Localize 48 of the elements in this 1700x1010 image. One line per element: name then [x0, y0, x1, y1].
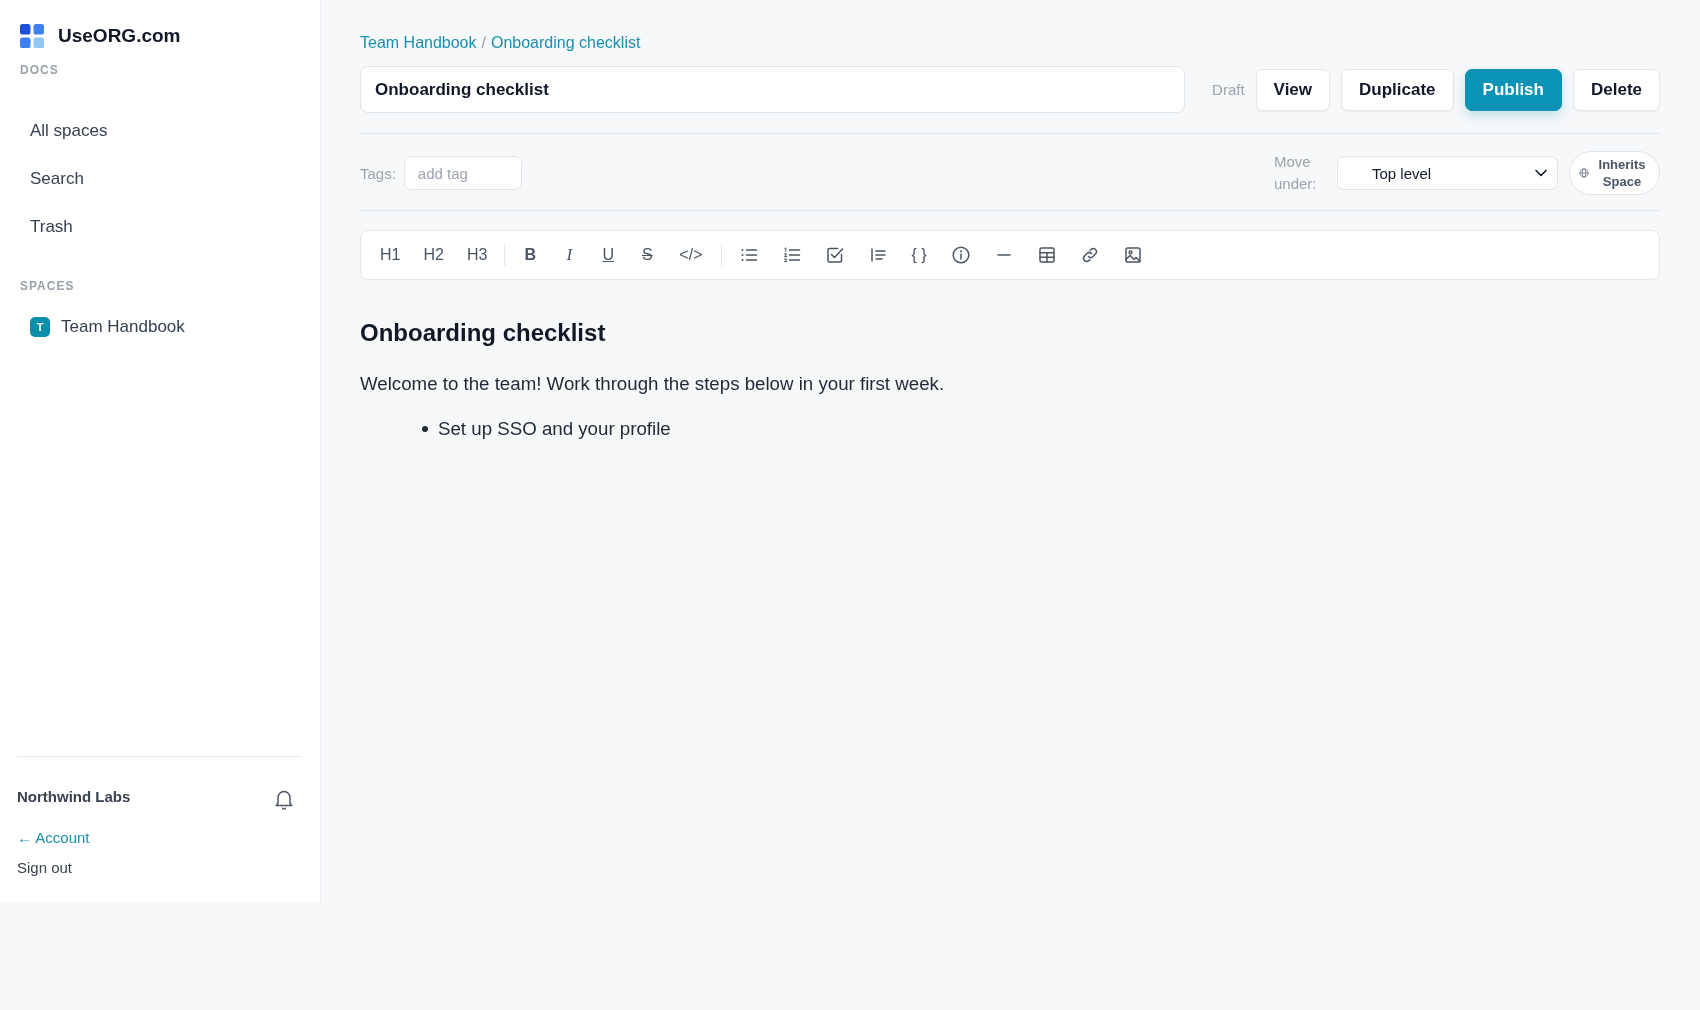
- list-item-text: Set up SSO and your profile: [438, 417, 671, 441]
- nav-item[interactable]: Search: [20, 155, 301, 203]
- move-label: Move under:: [1274, 152, 1318, 194]
- bell-icon[interactable]: [274, 788, 294, 810]
- image-icon: [1122, 245, 1143, 265]
- logo-icon: [20, 24, 44, 48]
- horizontal-line-icon: [996, 254, 1011, 256]
- heading-button[interactable]: H3: [457, 238, 497, 272]
- checkbox-icon: [824, 245, 845, 265]
- action-button[interactable]: Duplicate: [1341, 68, 1454, 111]
- org-name: Northwind Labs: [17, 787, 131, 805]
- bullet-icon: [422, 426, 428, 432]
- action-button[interactable]: Delete: [1572, 68, 1660, 111]
- publish-button[interactable]: Publish: [1464, 68, 1562, 111]
- nav-item[interactable]: Trash: [20, 203, 301, 251]
- space-item[interactable]: T Team Handbook: [20, 307, 301, 347]
- code-block-button[interactable]: { }: [901, 238, 937, 272]
- breadcrumb-separator: /: [481, 33, 486, 53]
- inline-code-button[interactable]: </>: [669, 238, 713, 272]
- numbered-list-icon: [781, 245, 802, 265]
- breadcrumb-link[interactable]: Team Handbook: [360, 33, 477, 53]
- table-icon: [1036, 245, 1057, 265]
- brand-name: UseORG.com: [58, 24, 181, 48]
- section-label: DOCS: [20, 64, 59, 76]
- parent-select[interactable]: Top level: [1337, 156, 1558, 190]
- space-avatar: T: [30, 317, 50, 337]
- sign-out-link[interactable]: Sign out: [17, 857, 73, 879]
- nav-item[interactable]: All spaces: [20, 107, 301, 155]
- action-button[interactable]: View: [1255, 68, 1331, 111]
- underline-button[interactable]: U: [591, 238, 626, 272]
- chevron-down-icon: [1535, 169, 1547, 177]
- inherits-button[interactable]: Inherits Space: [1569, 151, 1660, 195]
- breadcrumb-link[interactable]: Onboarding checklist: [490, 33, 641, 53]
- document-paragraph: Welcome to the team! Work through the steps below in your first week.: [360, 372, 945, 396]
- bold-button[interactable]: B: [513, 238, 548, 272]
- info-icon: [950, 245, 971, 265]
- tags-label: Tags:: [360, 164, 396, 182]
- section-label: SPACES: [20, 280, 75, 292]
- status-label: Draft: [1212, 81, 1245, 98]
- globe-icon: [1579, 168, 1589, 178]
- italic-button[interactable]: I: [552, 238, 587, 272]
- document-heading: Onboarding checklist: [360, 319, 606, 347]
- strikethrough-button[interactable]: S: [630, 238, 665, 272]
- title-input[interactable]: Onboarding checklist: [360, 66, 1186, 113]
- tag-input[interactable]: add tag: [403, 156, 522, 190]
- heading-button[interactable]: H1: [371, 238, 410, 272]
- heading-button[interactable]: H2: [414, 238, 453, 272]
- account-link[interactable]: ← Account: [17, 827, 90, 849]
